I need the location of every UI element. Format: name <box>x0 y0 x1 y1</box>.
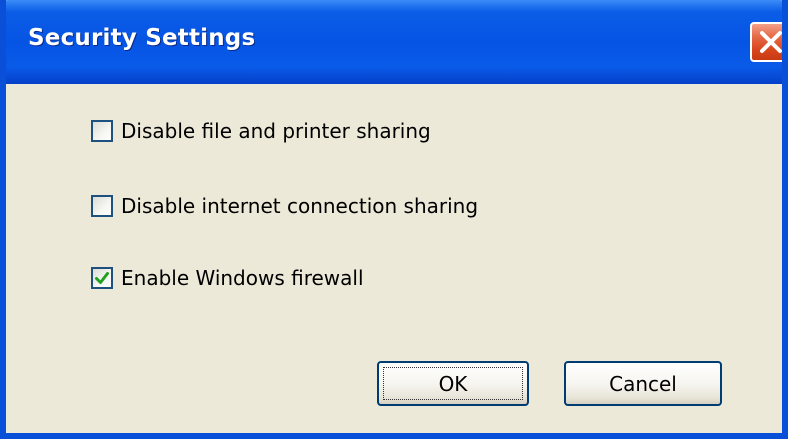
checkbox-disable-file-printer-sharing[interactable] <box>91 120 113 142</box>
option-label: Enable Windows firewall <box>121 266 364 290</box>
dialog-body: Disable file and printer sharing Disable… <box>6 84 782 433</box>
security-settings-dialog: Security Settings Disable file and print… <box>0 0 788 439</box>
option-disable-file-printer-sharing[interactable]: Disable file and printer sharing <box>91 118 431 144</box>
dialog-title: Security Settings <box>28 25 256 51</box>
option-label: Disable file and printer sharing <box>121 119 431 143</box>
close-button[interactable] <box>750 22 782 62</box>
cancel-button-label: Cancel <box>609 371 677 396</box>
title-bar[interactable]: Security Settings <box>6 0 782 84</box>
cancel-button[interactable]: Cancel <box>564 361 722 406</box>
ok-button[interactable]: OK <box>377 361 529 406</box>
checkbox-enable-windows-firewall[interactable] <box>91 267 113 289</box>
option-disable-internet-connection-sharing[interactable]: Disable internet connection sharing <box>91 193 478 219</box>
checkmark-icon <box>95 272 109 284</box>
option-label: Disable internet connection sharing <box>121 194 479 218</box>
ok-button-label: OK <box>438 371 468 396</box>
option-enable-windows-firewall[interactable]: Enable Windows firewall <box>91 265 364 291</box>
close-icon <box>760 31 782 53</box>
checkbox-disable-internet-connection-sharing[interactable] <box>91 195 113 217</box>
